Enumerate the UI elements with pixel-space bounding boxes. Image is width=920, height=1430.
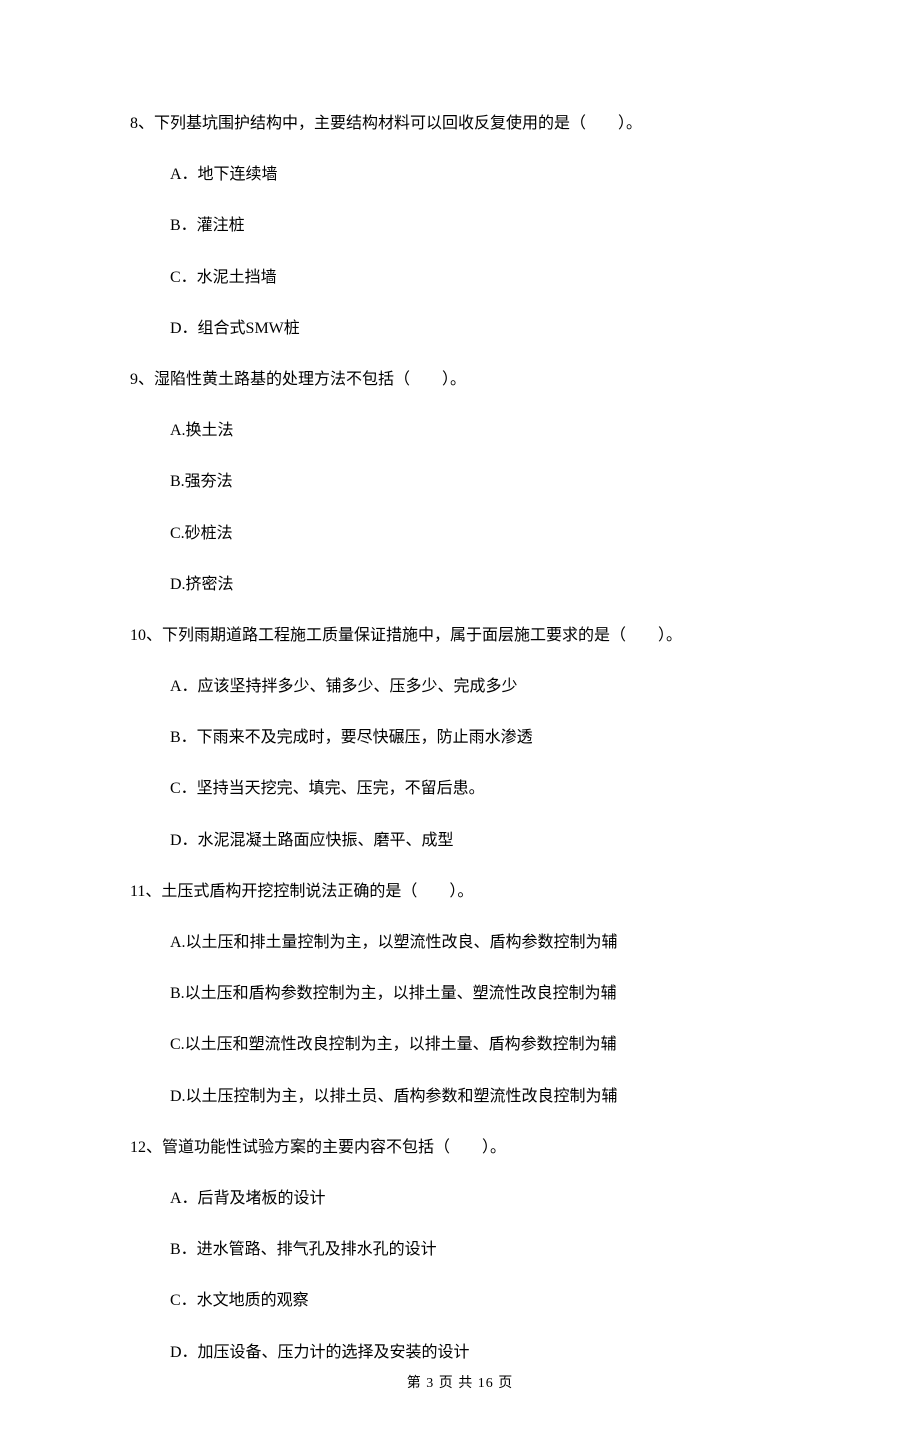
option-a: A．地下连续墙 [170,161,790,188]
option-d: D.以土压控制为主，以排土员、盾构参数和塑流性改良控制为辅 [170,1083,790,1110]
question-stem: 12、管道功能性试验方案的主要内容不包括（ ）。 [130,1134,790,1161]
options-list: A．后背及堵板的设计 B．进水管路、排气孔及排水孔的设计 C．水文地质的观察 D… [130,1185,790,1366]
option-c: C．水泥土挡墙 [170,264,790,291]
question-stem: 8、下列基坑围护结构中，主要结构材料可以回收反复使用的是（ ）。 [130,110,790,137]
question-stem: 9、湿陷性黄土路基的处理方法不包括（ ）。 [130,366,790,393]
option-a: A.以土压和排土量控制为主，以塑流性改良、盾构参数控制为辅 [170,929,790,956]
question-text: 下列雨期道路工程施工质量保证措施中，属于面层施工要求的是（ ）。 [162,627,682,644]
option-a: A．应该坚持拌多少、铺多少、压多少、完成多少 [170,673,790,700]
question-number: 9、 [130,371,154,388]
option-d: D．水泥混凝土路面应快振、磨平、成型 [170,827,790,854]
question-text: 土压式盾构开挖控制说法正确的是（ ）。 [161,883,473,900]
options-list: A．地下连续墙 B．灌注桩 C．水泥土挡墙 D．组合式SMW桩 [130,161,790,342]
option-a: A．后背及堵板的设计 [170,1185,790,1212]
option-d: D．加压设备、压力计的选择及安装的设计 [170,1339,790,1366]
option-d: D.挤密法 [170,571,790,598]
document-page: 8、下列基坑围护结构中，主要结构材料可以回收反复使用的是（ ）。 A．地下连续墙… [0,0,920,1430]
question-block: 8、下列基坑围护结构中，主要结构材料可以回收反复使用的是（ ）。 A．地下连续墙… [130,110,790,342]
question-block: 10、下列雨期道路工程施工质量保证措施中，属于面层施工要求的是（ ）。 A．应该… [130,622,790,854]
option-c: C．水文地质的观察 [170,1287,790,1314]
option-b: B.强夯法 [170,468,790,495]
question-text: 下列基坑围护结构中，主要结构材料可以回收反复使用的是（ ）。 [154,115,642,132]
options-list: A.以土压和排土量控制为主，以塑流性改良、盾构参数控制为辅 B.以土压和盾构参数… [130,929,790,1110]
question-number: 12、 [130,1139,162,1156]
option-b: B．进水管路、排气孔及排水孔的设计 [170,1236,790,1263]
question-block: 9、湿陷性黄土路基的处理方法不包括（ ）。 A.换土法 B.强夯法 C.砂桩法 … [130,366,790,598]
page-footer: 第 3 页 共 16 页 [0,1373,920,1394]
option-b: B.以土压和盾构参数控制为主，以排土量、塑流性改良控制为辅 [170,980,790,1007]
option-b: B．下雨来不及完成时，要尽快碾压，防止雨水渗透 [170,724,790,751]
question-block: 11、土压式盾构开挖控制说法正确的是（ ）。 A.以土压和排土量控制为主，以塑流… [130,878,790,1110]
question-number: 10、 [130,627,162,644]
question-number: 11、 [130,883,161,900]
option-a: A.换土法 [170,417,790,444]
option-c: C.以土压和塑流性改良控制为主，以排土量、盾构参数控制为辅 [170,1031,790,1058]
option-c: C．坚持当天挖完、填完、压完，不留后患。 [170,775,790,802]
options-list: A．应该坚持拌多少、铺多少、压多少、完成多少 B．下雨来不及完成时，要尽快碾压，… [130,673,790,854]
question-stem: 10、下列雨期道路工程施工质量保证措施中，属于面层施工要求的是（ ）。 [130,622,790,649]
question-block: 12、管道功能性试验方案的主要内容不包括（ ）。 A．后背及堵板的设计 B．进水… [130,1134,790,1366]
option-d: D．组合式SMW桩 [170,315,790,342]
question-text: 湿陷性黄土路基的处理方法不包括（ ）。 [154,371,466,388]
options-list: A.换土法 B.强夯法 C.砂桩法 D.挤密法 [130,417,790,598]
question-stem: 11、土压式盾构开挖控制说法正确的是（ ）。 [130,878,790,905]
question-number: 8、 [130,115,154,132]
option-b: B．灌注桩 [170,212,790,239]
question-text: 管道功能性试验方案的主要内容不包括（ ）。 [162,1139,506,1156]
option-c: C.砂桩法 [170,520,790,547]
